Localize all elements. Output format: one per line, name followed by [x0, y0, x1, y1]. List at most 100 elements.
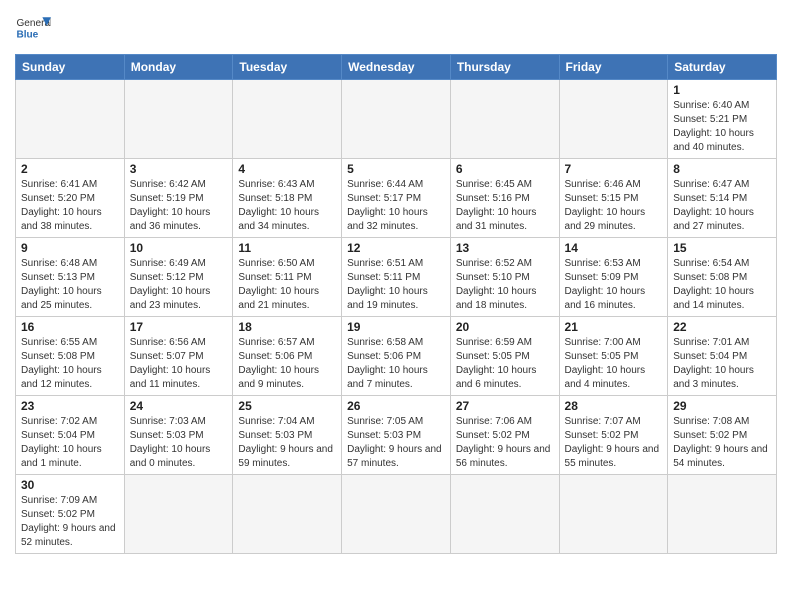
day-info: Sunrise: 6:54 AM Sunset: 5:08 PM Dayligh…: [673, 257, 771, 313]
day-number: 25: [238, 399, 336, 413]
generalblue-logo-icon: General Blue: [15, 10, 51, 46]
day-number: 21: [565, 320, 663, 334]
day-info: Sunrise: 6:43 AM Sunset: 5:18 PM Dayligh…: [238, 178, 336, 234]
calendar-day-cell: 6 Sunrise: 6:45 AM Sunset: 5:16 PM Daylig…: [450, 159, 559, 238]
weekday-header-row: SundayMondayTuesdayWednesdayThursdayFrid…: [16, 55, 777, 80]
calendar-day-cell: [124, 475, 233, 554]
calendar-day-cell: [450, 80, 559, 159]
calendar-day-cell: 21 Sunrise: 7:00 AM Sunset: 5:05 PM Dayli…: [559, 317, 668, 396]
day-number: 19: [347, 320, 445, 334]
calendar-day-cell: 24 Sunrise: 7:03 AM Sunset: 5:03 PM Dayli…: [124, 396, 233, 475]
calendar-day-cell: 4 Sunrise: 6:43 AM Sunset: 5:18 PM Daylig…: [233, 159, 342, 238]
calendar-day-cell: 23Sunrise: 7:02 AM Sunset: 5:04 PM Dayli…: [16, 396, 125, 475]
calendar-week-row: 2 Sunrise: 6:41 AM Sunset: 5:20 PM Daylig…: [16, 159, 777, 238]
day-number: 13: [456, 241, 554, 255]
logo: General Blue: [15, 10, 51, 46]
calendar-day-cell: [668, 475, 777, 554]
calendar-day-cell: [342, 475, 451, 554]
day-number: 15: [673, 241, 771, 255]
day-number: 12: [347, 241, 445, 255]
weekday-header-saturday: Saturday: [668, 55, 777, 80]
day-number: 4: [238, 162, 336, 176]
calendar-day-cell: [342, 80, 451, 159]
calendar-day-cell: [450, 475, 559, 554]
day-info: Sunrise: 6:45 AM Sunset: 5:16 PM Dayligh…: [456, 178, 554, 234]
calendar-day-cell: 16Sunrise: 6:55 AM Sunset: 5:08 PM Dayli…: [16, 317, 125, 396]
day-info: Sunrise: 6:48 AM Sunset: 5:13 PM Dayligh…: [21, 257, 119, 313]
calendar-day-cell: 11 Sunrise: 6:50 AM Sunset: 5:11 PM Dayli…: [233, 238, 342, 317]
calendar-week-row: 23Sunrise: 7:02 AM Sunset: 5:04 PM Dayli…: [16, 396, 777, 475]
day-info: Sunrise: 6:53 AM Sunset: 5:09 PM Dayligh…: [565, 257, 663, 313]
calendar-day-cell: 28Sunrise: 7:07 AM Sunset: 5:02 PM Dayli…: [559, 396, 668, 475]
day-number: 20: [456, 320, 554, 334]
day-info: Sunrise: 7:04 AM Sunset: 5:03 PM Dayligh…: [238, 415, 336, 471]
calendar-day-cell: 7Sunrise: 6:46 AM Sunset: 5:15 PM Daylig…: [559, 159, 668, 238]
calendar-day-cell: 1 Sunrise: 6:40 AM Sunset: 5:21 PM Daylig…: [668, 80, 777, 159]
header: General Blue: [15, 10, 777, 46]
calendar-day-cell: 27 Sunrise: 7:06 AM Sunset: 5:02 PM Dayli…: [450, 396, 559, 475]
day-number: 2: [21, 162, 119, 176]
calendar-day-cell: 15 Sunrise: 6:54 AM Sunset: 5:08 PM Dayli…: [668, 238, 777, 317]
day-info: Sunrise: 6:42 AM Sunset: 5:19 PM Dayligh…: [130, 178, 228, 234]
calendar-day-cell: 29 Sunrise: 7:08 AM Sunset: 5:02 PM Dayli…: [668, 396, 777, 475]
day-number: 26: [347, 399, 445, 413]
calendar-day-cell: 8Sunrise: 6:47 AM Sunset: 5:14 PM Daylig…: [668, 159, 777, 238]
day-number: 24: [130, 399, 228, 413]
day-info: Sunrise: 6:58 AM Sunset: 5:06 PM Dayligh…: [347, 336, 445, 392]
calendar-day-cell: 13 Sunrise: 6:52 AM Sunset: 5:10 PM Dayli…: [450, 238, 559, 317]
day-info: Sunrise: 7:08 AM Sunset: 5:02 PM Dayligh…: [673, 415, 771, 471]
day-number: 7: [565, 162, 663, 176]
day-info: Sunrise: 6:40 AM Sunset: 5:21 PM Dayligh…: [673, 99, 771, 155]
calendar-day-cell: [233, 80, 342, 159]
calendar-table: SundayMondayTuesdayWednesdayThursdayFrid…: [15, 54, 777, 554]
calendar-week-row: 1 Sunrise: 6:40 AM Sunset: 5:21 PM Daylig…: [16, 80, 777, 159]
day-number: 23: [21, 399, 119, 413]
weekday-header-thursday: Thursday: [450, 55, 559, 80]
weekday-header-wednesday: Wednesday: [342, 55, 451, 80]
day-number: 9: [21, 241, 119, 255]
day-number: 22: [673, 320, 771, 334]
day-number: 18: [238, 320, 336, 334]
day-number: 11: [238, 241, 336, 255]
day-number: 29: [673, 399, 771, 413]
weekday-header-sunday: Sunday: [16, 55, 125, 80]
day-number: 3: [130, 162, 228, 176]
day-number: 30: [21, 478, 119, 492]
calendar-day-cell: 17 Sunrise: 6:56 AM Sunset: 5:07 PM Dayli…: [124, 317, 233, 396]
weekday-header-tuesday: Tuesday: [233, 55, 342, 80]
day-info: Sunrise: 6:55 AM Sunset: 5:08 PM Dayligh…: [21, 336, 119, 392]
day-info: Sunrise: 7:00 AM Sunset: 5:05 PM Dayligh…: [565, 336, 663, 392]
day-number: 6: [456, 162, 554, 176]
calendar-day-cell: 22Sunrise: 7:01 AM Sunset: 5:04 PM Dayli…: [668, 317, 777, 396]
day-info: Sunrise: 7:06 AM Sunset: 5:02 PM Dayligh…: [456, 415, 554, 471]
day-info: Sunrise: 7:07 AM Sunset: 5:02 PM Dayligh…: [565, 415, 663, 471]
day-info: Sunrise: 6:50 AM Sunset: 5:11 PM Dayligh…: [238, 257, 336, 313]
weekday-header-friday: Friday: [559, 55, 668, 80]
calendar-week-row: 16Sunrise: 6:55 AM Sunset: 5:08 PM Dayli…: [16, 317, 777, 396]
day-number: 1: [673, 83, 771, 97]
day-info: Sunrise: 6:59 AM Sunset: 5:05 PM Dayligh…: [456, 336, 554, 392]
day-number: 10: [130, 241, 228, 255]
day-info: Sunrise: 6:56 AM Sunset: 5:07 PM Dayligh…: [130, 336, 228, 392]
calendar-day-cell: 10 Sunrise: 6:49 AM Sunset: 5:12 PM Dayli…: [124, 238, 233, 317]
day-info: Sunrise: 6:41 AM Sunset: 5:20 PM Dayligh…: [21, 178, 119, 234]
calendar-day-cell: [233, 475, 342, 554]
calendar-day-cell: 2 Sunrise: 6:41 AM Sunset: 5:20 PM Daylig…: [16, 159, 125, 238]
calendar-day-cell: 14 Sunrise: 6:53 AM Sunset: 5:09 PM Dayli…: [559, 238, 668, 317]
day-info: Sunrise: 7:03 AM Sunset: 5:03 PM Dayligh…: [130, 415, 228, 471]
svg-text:Blue: Blue: [16, 29, 38, 40]
calendar-day-cell: [16, 80, 125, 159]
calendar-day-cell: 3 Sunrise: 6:42 AM Sunset: 5:19 PM Daylig…: [124, 159, 233, 238]
day-info: Sunrise: 6:52 AM Sunset: 5:10 PM Dayligh…: [456, 257, 554, 313]
page: General Blue SundayMondayTuesdayWednesda…: [0, 0, 792, 612]
calendar-week-row: 30Sunrise: 7:09 AM Sunset: 5:02 PM Dayli…: [16, 475, 777, 554]
day-info: Sunrise: 6:49 AM Sunset: 5:12 PM Dayligh…: [130, 257, 228, 313]
calendar-day-cell: 25 Sunrise: 7:04 AM Sunset: 5:03 PM Dayli…: [233, 396, 342, 475]
calendar-day-cell: 19 Sunrise: 6:58 AM Sunset: 5:06 PM Dayli…: [342, 317, 451, 396]
day-number: 27: [456, 399, 554, 413]
day-info: Sunrise: 6:47 AM Sunset: 5:14 PM Dayligh…: [673, 178, 771, 234]
calendar-day-cell: 5Sunrise: 6:44 AM Sunset: 5:17 PM Daylig…: [342, 159, 451, 238]
calendar-day-cell: 26Sunrise: 7:05 AM Sunset: 5:03 PM Dayli…: [342, 396, 451, 475]
day-number: 17: [130, 320, 228, 334]
day-number: 14: [565, 241, 663, 255]
